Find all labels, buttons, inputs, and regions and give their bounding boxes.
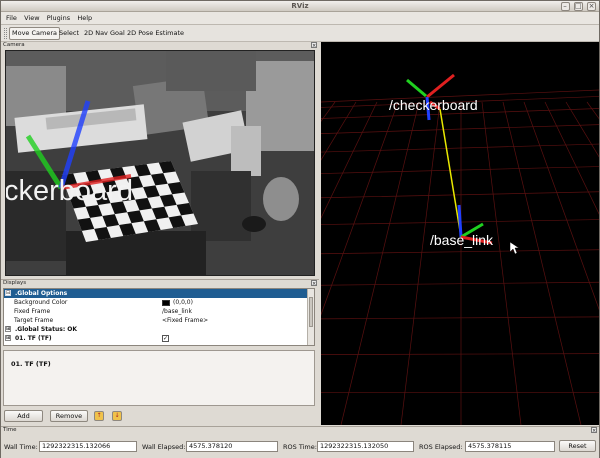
collapse-icon[interactable]: ⊟ [5, 290, 11, 296]
camera-panel-title: Camera [3, 42, 25, 48]
frame-label-checkerboard: /checkerboard [389, 97, 478, 113]
expand-icon[interactable]: ⊞ [5, 326, 11, 332]
tf-enabled-checkbox[interactable]: ✓ [162, 335, 169, 342]
tree-row-global-options[interactable]: ⊟ .Global Options [4, 289, 309, 298]
close-window-button[interactable]: × [587, 2, 596, 11]
grid-line [481, 101, 522, 425]
tool-select[interactable]: Select [56, 27, 82, 40]
grid-line [321, 281, 599, 286]
target-frame-value[interactable]: <Fixed Frame> [162, 316, 208, 325]
maximize-button[interactable]: □ [573, 2, 583, 11]
tree-row-fixed-frame[interactable]: Fixed Frame /base_link [4, 307, 309, 316]
grid-line [321, 353, 599, 355]
grid-line [321, 101, 336, 122]
menu-help[interactable]: Help [77, 12, 92, 25]
tool-2d-pose-estimate[interactable]: 2D Pose Estimate [124, 27, 187, 40]
background-color-value: (0,0,0) [173, 299, 193, 306]
grid-line [586, 101, 599, 120]
tree-row-global-status[interactable]: ⊞ .Global Status: OK [4, 325, 309, 334]
move-down-icon[interactable]: ↓ [112, 411, 122, 421]
grid-line [400, 101, 441, 425]
minimize-button[interactable]: – [560, 2, 570, 11]
camera-panel-close-icon[interactable]: × [311, 42, 317, 49]
window-title: RViz [291, 2, 309, 10]
color-swatch-icon[interactable] [162, 299, 170, 306]
grid-line [321, 143, 599, 153]
wall-elapsed-field[interactable]: 4575.378120 [186, 441, 278, 452]
grid-line [321, 249, 599, 255]
tree-row-tf[interactable]: ⊞ 01. TF (TF) ✓ [4, 334, 309, 343]
grid-line [321, 316, 599, 320]
tf-link-line [439, 108, 462, 238]
wall-elapsed-label: Wall Elapsed: [142, 443, 186, 451]
expand-icon[interactable]: ⊞ [5, 335, 11, 341]
add-display-button[interactable]: Add [4, 410, 43, 422]
time-panel: Time × Wall Time: 1292322315.132066 Wall… [1, 426, 599, 458]
tool-2d-nav-goal[interactable]: 2D Nav Goal [81, 27, 128, 40]
grid-line [523, 101, 599, 311]
grid-line [321, 166, 599, 174]
tree-row-background-color[interactable]: Background Color (0,0,0) [4, 298, 309, 307]
time-panel-close-icon[interactable]: × [591, 427, 597, 434]
menu-view[interactable]: View [24, 12, 39, 25]
wall-time-label: Wall Time: [4, 443, 38, 451]
tool-bar: Move Camera Select 2D Nav Goal 2D Pose E… [1, 25, 599, 42]
camera-panel: Camera × ckerboard [1, 42, 319, 277]
displays-tree[interactable]: ⊟ .Global Options Background Color (0,0,… [3, 288, 315, 346]
ros-elapsed-field[interactable]: 4575.378115 [465, 441, 555, 452]
camera-image[interactable]: ckerboard [5, 50, 315, 276]
rviz-window: RViz – □ × File View Plugins Help Move C… [0, 0, 600, 458]
title-bar: RViz – □ × [1, 1, 599, 12]
ros-time-field[interactable]: 1292322315.132050 [317, 441, 414, 452]
tree-row-target-frame[interactable]: Target Frame <Fixed Frame> [4, 316, 309, 325]
time-panel-title: Time [3, 427, 17, 433]
camera-scene [6, 51, 314, 275]
ros-elapsed-label: ROS Elapsed: [419, 443, 463, 451]
mouse-cursor-icon [509, 241, 520, 255]
ground-grid [321, 89, 599, 425]
grid-line [502, 101, 582, 425]
description-text: 01. TF (TF) [11, 360, 51, 368]
menu-plugins[interactable]: Plugins [47, 12, 70, 25]
ros-time-label: ROS Time: [283, 443, 317, 451]
fixed-frame-value[interactable]: /base_link [162, 307, 192, 316]
frame-label-base-link: /base_link [430, 232, 494, 248]
grid-line [544, 101, 599, 215]
tree-scrollbar[interactable] [307, 289, 314, 345]
reset-button[interactable]: Reset [559, 440, 596, 452]
displays-panel-title: Displays [3, 280, 27, 286]
move-up-icon[interactable]: ↑ [94, 411, 104, 421]
3d-render-view[interactable]: /checkerboard /base_link [321, 42, 599, 425]
menu-bar: File View Plugins Help [1, 12, 599, 25]
display-description: 01. TF (TF) [3, 350, 315, 406]
displays-panel-close-icon[interactable]: × [311, 280, 317, 287]
menu-file[interactable]: File [6, 12, 17, 25]
camera-frame-label: ckerboard [5, 175, 133, 207]
wall-time-field[interactable]: 1292322315.132066 [39, 441, 137, 452]
remove-display-button[interactable]: Remove [50, 410, 88, 422]
grid-line [321, 101, 357, 161]
toolbar-grip[interactable] [4, 28, 7, 39]
displays-panel: Displays × ⊟ .Global Options Background … [1, 279, 319, 425]
tool-move-camera[interactable]: Move Camera [9, 27, 61, 40]
